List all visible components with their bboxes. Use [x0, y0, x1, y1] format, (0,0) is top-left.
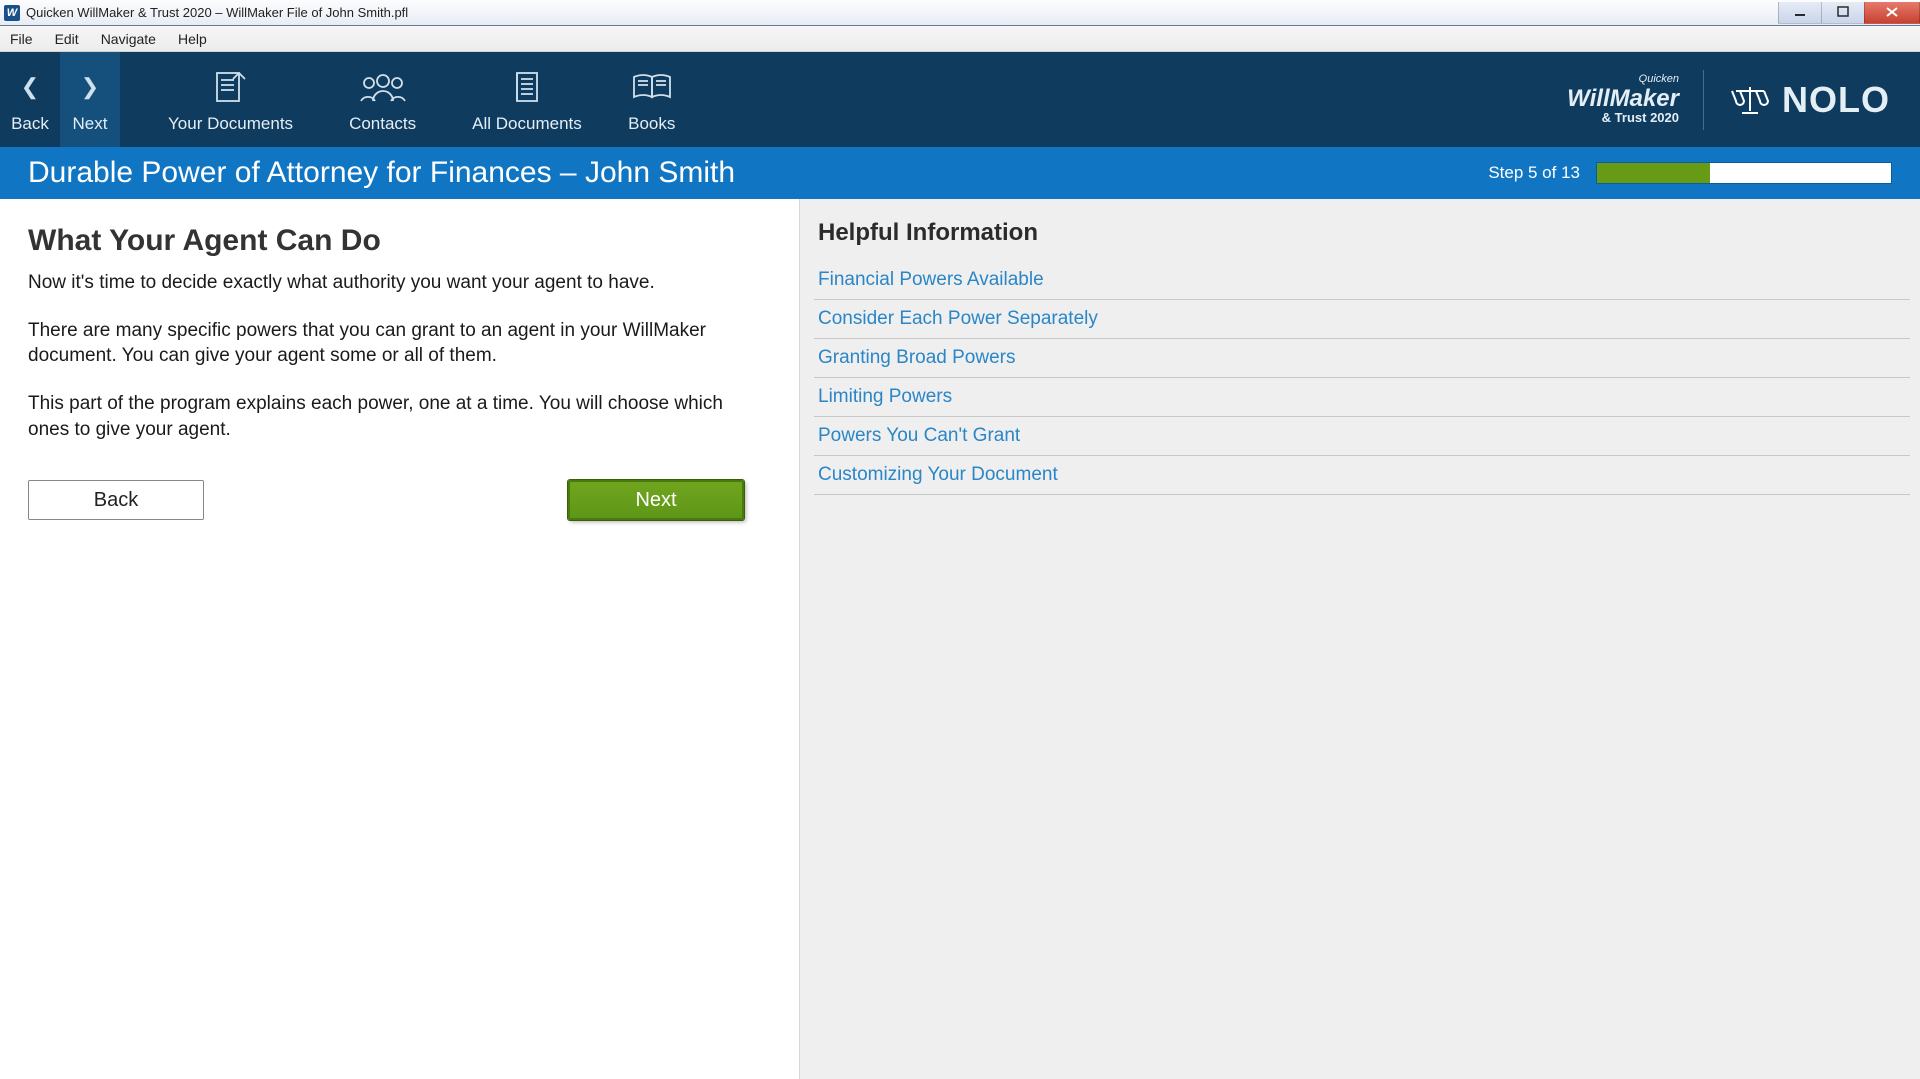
progress-bar	[1596, 162, 1892, 184]
menu-navigate[interactable]: Navigate	[101, 31, 156, 47]
back-button[interactable]: Back	[28, 480, 204, 520]
chevron-right-icon: ❯	[81, 76, 99, 98]
document-pencil-icon	[209, 66, 253, 108]
toolbar-your-documents-label: Your Documents	[168, 114, 293, 134]
next-button-label: Next	[635, 489, 676, 512]
main-paragraph-2: There are many specific powers that you …	[28, 318, 754, 369]
close-button[interactable]	[1864, 2, 1920, 24]
brand-nolo: NOLO	[1728, 79, 1890, 121]
brand-trust-text: & Trust 2020	[1567, 111, 1679, 125]
toolbar-back[interactable]: ❮ Back	[0, 52, 60, 147]
toolbar-contacts-label: Contacts	[349, 114, 416, 134]
app-icon: W	[4, 5, 20, 21]
step-label: Step 5 of 13	[1488, 163, 1580, 183]
help-panel: Helpful Information Financial Powers Ava…	[800, 199, 1920, 1079]
toolbar-next[interactable]: ❯ Next	[60, 52, 120, 147]
minimize-icon	[1793, 5, 1807, 19]
progress-fill	[1597, 163, 1710, 183]
help-heading: Helpful Information	[814, 219, 1910, 247]
toolbar-next-label: Next	[73, 114, 108, 134]
main-heading: What Your Agent Can Do	[28, 224, 754, 258]
toolbar-all-documents-label: All Documents	[472, 114, 582, 134]
documents-icon	[507, 66, 547, 108]
toolbar-books-label: Books	[628, 114, 675, 134]
brand-willmaker-text: WillMaker	[1567, 86, 1679, 111]
next-button[interactable]: Next	[568, 480, 744, 520]
maximize-icon	[1836, 5, 1850, 19]
toolbar-back-label: Back	[11, 114, 49, 134]
content-area: What Your Agent Can Do Now it's time to …	[0, 199, 1920, 1079]
window-title: Quicken WillMaker & Trust 2020 – WillMak…	[26, 5, 408, 20]
chevron-left-icon: ❮	[21, 76, 39, 98]
toolbar: ❮ Back ❯ Next Your Documents Contacts Al…	[0, 52, 1920, 147]
toolbar-your-documents[interactable]: Your Documents	[150, 52, 311, 147]
help-link-broad-powers[interactable]: Granting Broad Powers	[814, 339, 1910, 378]
brand-nolo-text: NOLO	[1782, 79, 1890, 121]
back-button-label: Back	[94, 489, 138, 512]
close-icon	[1884, 5, 1900, 19]
page-title: Durable Power of Attorney for Finances –…	[28, 156, 735, 190]
help-link-financial-powers[interactable]: Financial Powers Available	[814, 261, 1910, 300]
menu-file[interactable]: File	[10, 31, 33, 47]
menu-edit[interactable]: Edit	[55, 31, 79, 47]
help-link-limiting[interactable]: Limiting Powers	[814, 378, 1910, 417]
toolbar-contacts[interactable]: Contacts	[331, 52, 434, 147]
menubar: File Edit Navigate Help	[0, 26, 1920, 52]
help-link-customizing[interactable]: Customizing Your Document	[814, 456, 1910, 495]
window-controls	[1779, 2, 1920, 24]
window-titlebar: W Quicken WillMaker & Trust 2020 – WillM…	[0, 0, 1920, 26]
scales-icon	[1728, 83, 1772, 117]
people-icon	[355, 66, 411, 108]
main-panel: What Your Agent Can Do Now it's time to …	[0, 199, 800, 1079]
help-link-consider-each[interactable]: Consider Each Power Separately	[814, 300, 1910, 339]
main-paragraph-3: This part of the program explains each p…	[28, 391, 754, 442]
book-icon	[628, 66, 676, 108]
brand-willmaker: Quicken WillMaker & Trust 2020	[1567, 74, 1679, 124]
brand-divider	[1703, 70, 1704, 130]
help-link-cant-grant[interactable]: Powers You Can't Grant	[814, 417, 1910, 456]
subheader: Durable Power of Attorney for Finances –…	[0, 147, 1920, 199]
minimize-button[interactable]	[1778, 2, 1822, 24]
toolbar-books[interactable]: Books	[610, 52, 694, 147]
main-paragraph-1: Now it's time to decide exactly what aut…	[28, 270, 754, 296]
brand-area: Quicken WillMaker & Trust 2020 NOLO	[1567, 52, 1920, 147]
toolbar-all-documents[interactable]: All Documents	[454, 52, 600, 147]
menu-help[interactable]: Help	[178, 31, 207, 47]
maximize-button[interactable]	[1821, 2, 1865, 24]
